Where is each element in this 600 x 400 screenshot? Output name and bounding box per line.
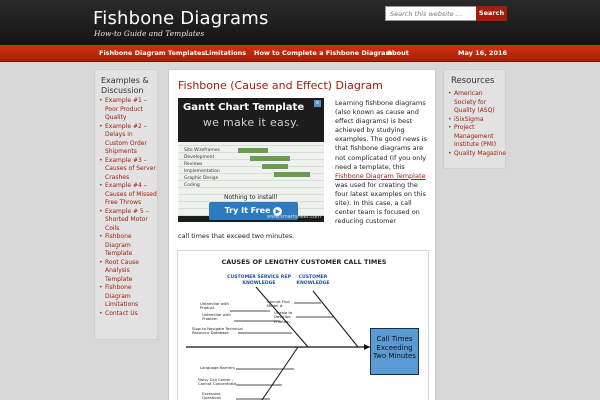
diagram-cause: Noisy Call Center – Cannot Concentrate — [198, 377, 237, 387]
diagram-cause: Excessive Questions — [202, 391, 221, 400]
diagram-cause: Unfamiliar with Product — [200, 301, 229, 311]
diagram-cause: Cannot Find Model # — [267, 299, 290, 309]
ad-row-label: Coding — [184, 183, 200, 188]
search-input[interactable]: Search this website … — [385, 6, 477, 21]
fishbone-diagram-image: CAUSES OF LENGTHY CUSTOMER CALL TIMES CU… — [177, 250, 429, 400]
diagram-cause: Unable to Describe Problem — [274, 310, 293, 324]
site-tagline: How-to Guide and Templates — [94, 29, 205, 38]
site-header: Fishbone Diagrams How-to Guide and Templ… — [0, 0, 600, 45]
left-sidebar-heading: Examples & Discussion — [101, 76, 149, 95]
fishbone-template-link[interactable]: Fishbone Diagram Template — [335, 172, 426, 180]
sidebar-item-limitations[interactable]: Fishbone Diagram Limitations — [99, 284, 157, 310]
site-title[interactable]: Fishbone Diagrams — [93, 8, 269, 29]
ad-gantt-bar — [274, 172, 310, 177]
ad-gantt-bar — [250, 156, 290, 161]
nav-date: May 16, 2016 — [458, 49, 508, 57]
diagram-title: CAUSES OF LENGTHY CUSTOMER CALL TIMES — [221, 258, 387, 266]
sidebar-item-template[interactable]: Fishbone Diagram Template — [99, 233, 157, 259]
intro-tail: call times that exceed two minutes. — [178, 232, 295, 240]
diagram-effect-box: Call Times Exceeding Two Minutes — [370, 328, 419, 375]
sidebar-item-root-cause[interactable]: Root Cause Analysis Template — [99, 259, 157, 285]
ad-title: Gantt Chart Template — [183, 102, 305, 113]
diagram-cause: Language Barriers — [200, 365, 235, 370]
ad-nothing-to-install: Nothing to install! — [224, 194, 278, 201]
ad-gantt-bar — [238, 148, 268, 153]
diagram-category-rep-knowledge: CUSTOMER SERVICE REP KNOWLEDGE — [227, 275, 291, 286]
diagram-cause: Unfamiliar with Problem — [202, 312, 231, 322]
main-content: Fishbone (Cause and Effect) Diagram Site… — [168, 69, 436, 400]
sidebar-item-contact[interactable]: Contact Us — [99, 310, 157, 319]
try-it-free-label: Try It Free — [224, 206, 271, 215]
search-button[interactable]: Search — [476, 6, 507, 21]
page-title[interactable]: Fishbone (Cause and Effect) Diagram — [178, 79, 383, 92]
nav-item-limitations[interactable]: Limitations — [205, 45, 246, 62]
nav-item-templates[interactable]: Fishbone Diagram Templates — [99, 45, 205, 62]
nav-item-how-to[interactable]: How to Complete a Fishbone Diagram — [254, 45, 392, 62]
intro-text-after: was used for creating the four latest ex… — [335, 180, 426, 226]
resource-isixsigma[interactable]: iSixSigma — [448, 116, 506, 125]
ad-row-label: Reviews — [184, 162, 203, 167]
ad-gantt-bar — [262, 164, 288, 169]
right-sidebar-heading: Resources — [451, 76, 495, 86]
ad-row-label: Site Wireframes — [184, 148, 220, 153]
left-sidebar-list: Example #1 – Poor Product Quality Exampl… — [99, 97, 157, 318]
ad-row-label: Graphic Design — [184, 176, 219, 181]
nav-item-about[interactable]: About — [387, 45, 409, 62]
diagram-cause: Slow to Navigate Technical Resource Data… — [192, 326, 243, 336]
sidebar-item-example-5[interactable]: Example # 5 – Shorted Motor Coils — [99, 208, 157, 234]
sidebar-item-example-2[interactable]: Example #2 – Delays in Custom Order Ship… — [99, 123, 157, 157]
diagram-category-customer-knowledge: CUSTOMER KNOWLEDGE — [296, 275, 330, 286]
main-nav: Fishbone Diagram Templates Limitations H… — [0, 45, 600, 62]
intro-text: Learning fishbone diagrams (also known a… — [335, 99, 428, 171]
sidebar-item-example-1[interactable]: Example #1 – Poor Product Quality — [99, 97, 157, 123]
gantt-chart-ad[interactable]: Site Wireframes Development Reviews Impl… — [178, 98, 324, 222]
ad-url: www.smartsheet.com — [266, 214, 321, 220]
resource-quality-magazine[interactable]: Quality Magazine — [448, 150, 506, 159]
sidebar-item-example-3[interactable]: Example #3 – Causes of Server Crashes — [99, 157, 157, 183]
sidebar-item-example-4[interactable]: Example #4 – Causes of Missed Free Throw… — [99, 182, 157, 208]
ad-row-label: Implementation — [184, 169, 220, 174]
ad-row-label: Development — [184, 155, 215, 160]
intro-paragraph: Learning fishbone diagrams (also known a… — [335, 99, 431, 226]
resources-list: American Society for Quality (ASQ) iSixS… — [448, 90, 506, 158]
resource-asq[interactable]: American Society for Quality (ASQ) — [448, 90, 506, 116]
ad-close-icon[interactable]: x — [314, 100, 321, 107]
resource-pmi[interactable]: Project Management Institute (PMI) — [448, 124, 506, 150]
left-sidebar: Examples & Discussion Example #1 – Poor … — [94, 69, 158, 340]
ad-subtitle: we make it easy. — [202, 116, 300, 129]
right-sidebar: Resources American Society for Quality (… — [443, 69, 506, 169]
